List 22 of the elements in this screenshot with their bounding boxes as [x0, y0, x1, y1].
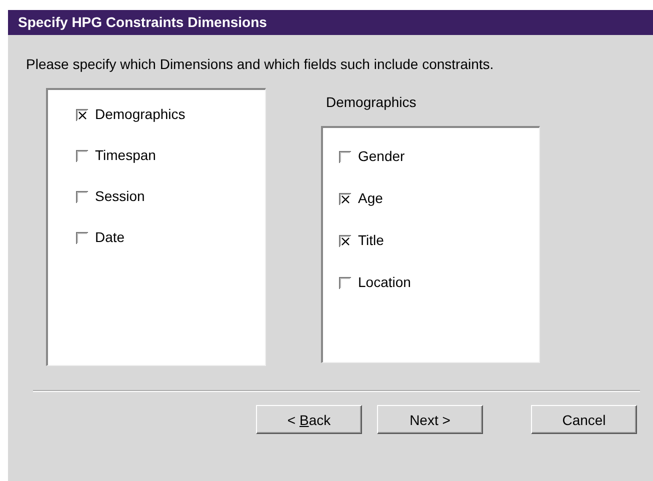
checkbox[interactable] — [76, 190, 88, 202]
window-title: Specify HPG Constraints Dimensions — [8, 10, 653, 35]
checkbox-label: Gender — [358, 148, 405, 165]
checkbox-label: Date — [95, 229, 125, 246]
checkbox[interactable] — [339, 192, 351, 204]
checkbox-label: Demographics — [95, 106, 186, 123]
checkbox-label: Title — [358, 232, 384, 249]
checkbox-label: Timespan — [95, 147, 156, 164]
checkbox[interactable] — [339, 234, 351, 246]
checkbox-label: Session — [95, 188, 145, 205]
cancel-button[interactable]: Cancel — [531, 405, 637, 434]
checkbox[interactable] — [339, 150, 351, 162]
checkbox[interactable] — [76, 108, 88, 120]
back-button[interactable]: < Back — [256, 405, 362, 434]
checkbox-label: Location — [358, 274, 411, 291]
checkbox[interactable] — [76, 150, 88, 162]
fields-heading: Demographics — [326, 94, 418, 110]
instructions-text: Please specify which Dimensions and which fields such include constraints. — [26, 56, 495, 73]
checkbox-label: Age — [358, 190, 383, 207]
next-button[interactable]: Next > — [377, 405, 483, 434]
checkbox[interactable] — [76, 232, 88, 244]
checkbox[interactable] — [339, 276, 351, 288]
